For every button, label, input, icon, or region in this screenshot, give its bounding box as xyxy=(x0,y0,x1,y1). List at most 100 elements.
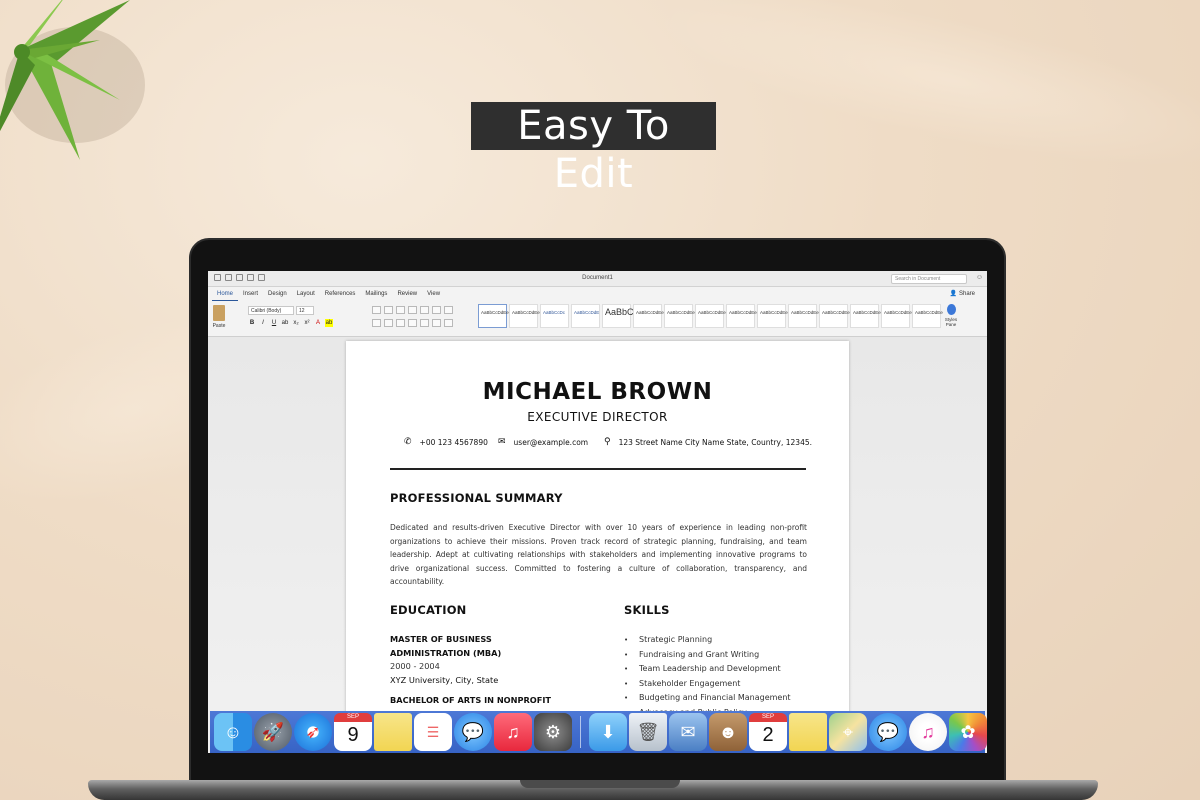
degree2-title-line1: BACHELOR OF ARTS IN NONPROFIT xyxy=(390,695,551,705)
tab-design[interactable]: Design xyxy=(263,287,292,301)
tab-insert[interactable]: Insert xyxy=(238,287,263,301)
plant-decoration xyxy=(0,0,145,160)
share-button[interactable]: 👤 Share xyxy=(950,290,975,297)
style-card[interactable]: AaBbCcDdEeBook Title xyxy=(912,304,943,328)
shading-button[interactable] xyxy=(432,319,441,327)
document-area[interactable]: MICHAEL BROWN EXECUTIVE DIRECTOR ✆ +00 1… xyxy=(208,337,987,753)
header-divider xyxy=(390,468,806,470)
style-card[interactable]: AaBbCcDdEeNo Spacing xyxy=(509,304,540,328)
style-sample: AaBbCcDdE xyxy=(574,310,600,315)
styles-pane-button[interactable]: Styles Pane xyxy=(941,304,961,327)
notes-icon[interactable] xyxy=(789,713,827,751)
strikethrough-button[interactable]: ab xyxy=(281,319,289,327)
align-center-button[interactable] xyxy=(384,319,393,327)
mail-icon[interactable]: ✉ xyxy=(669,713,707,751)
education-section: MASTER OF BUSINESS ADMINISTRATION (MBA) … xyxy=(390,633,580,708)
trash-icon[interactable]: 🗑 xyxy=(629,713,667,751)
calendar-month: SEP xyxy=(334,713,372,722)
word-titlebar: Document1 Search in Document ☺ xyxy=(208,271,987,287)
resume-role: EXECUTIVE DIRECTOR xyxy=(527,410,668,424)
messages-icon[interactable]: 💬 xyxy=(454,713,492,751)
itunes-icon[interactable]: ♫ xyxy=(909,713,947,751)
borders-button[interactable] xyxy=(444,319,453,327)
laptop-notch xyxy=(520,780,680,788)
styles-pane-label: Styles Pane xyxy=(944,317,958,327)
laptop-screen: Document1 Search in Document ☺ Home Inse… xyxy=(208,271,987,753)
decrease-indent-button[interactable] xyxy=(408,306,417,314)
align-right-button[interactable] xyxy=(396,319,405,327)
show-marks-button[interactable] xyxy=(444,306,453,314)
styles-pane-icon xyxy=(946,304,956,315)
font-size-select[interactable]: 12 xyxy=(296,306,314,315)
notes-icon[interactable] xyxy=(374,713,412,751)
style-card[interactable]: AaBbCcDdEHeading 2 xyxy=(571,304,600,328)
tab-layout[interactable]: Layout xyxy=(292,287,320,301)
bullets-button[interactable] xyxy=(372,306,381,314)
tab-view[interactable]: View xyxy=(422,287,445,301)
numbering-button[interactable] xyxy=(384,306,393,314)
downloads-folder-icon[interactable]: ⬇ xyxy=(589,713,627,751)
style-card[interactable]: AaBbCcDdEeSubtle Emph... xyxy=(664,304,695,328)
italic-button[interactable]: I xyxy=(259,319,267,327)
address-text: 123 Street Name City Name State, Country… xyxy=(618,437,812,447)
contact-address: ⚲ 123 Street Name City Name State, Count… xyxy=(604,437,812,447)
style-sample: AaBbCcDdEe xyxy=(729,310,757,315)
font-color-button[interactable]: A xyxy=(314,319,322,327)
style-card[interactable]: AaBbCcDdEeEmphasis xyxy=(695,304,726,328)
superscript-button[interactable]: x² xyxy=(303,319,311,327)
calendar-icon[interactable]: SEP 9 xyxy=(334,713,372,751)
style-card[interactable]: AaBbCTitle xyxy=(602,304,634,328)
highlight-button[interactable]: ab xyxy=(325,319,333,327)
style-card[interactable]: AaBbCcDdEeSubtle Refer... xyxy=(850,304,881,328)
system-preferences-icon[interactable]: ⚙ xyxy=(534,713,572,751)
font-name-select[interactable]: Calibri (Body) xyxy=(248,306,294,315)
contacts-icon[interactable]: ☻ xyxy=(709,713,747,751)
style-card[interactable]: AaBbCcDcHeading 1 xyxy=(540,304,569,328)
justify-button[interactable] xyxy=(408,319,417,327)
underline-button[interactable]: U xyxy=(270,319,278,327)
list-item: Team Leadership and Development xyxy=(624,662,791,677)
style-card[interactable]: AaBbCcDdEeStrong xyxy=(757,304,788,328)
paste-button[interactable]: Paste xyxy=(212,305,226,329)
safari-icon[interactable]: ➶ xyxy=(294,713,332,751)
multilevel-list-button[interactable] xyxy=(396,306,405,314)
skills-heading: SKILLS xyxy=(624,603,670,617)
style-card[interactable]: AaBbCcDdEeIntense Quote xyxy=(819,304,850,328)
messages-icon[interactable]: 💬 xyxy=(869,713,907,751)
style-sample: AaBbCcDdEe xyxy=(791,310,819,315)
location-pin-icon: ⚲ xyxy=(604,437,611,447)
tab-review[interactable]: Review xyxy=(392,287,422,301)
style-sample: AaBbCcDdEe xyxy=(698,310,726,315)
tab-home[interactable]: Home xyxy=(212,287,239,301)
style-card[interactable]: AaBbCcDdEeQuote xyxy=(788,304,819,328)
document-page[interactable]: MICHAEL BROWN EXECUTIVE DIRECTOR ✆ +00 1… xyxy=(346,341,849,753)
bold-button[interactable]: B xyxy=(248,319,256,327)
photos-icon[interactable]: ✿ xyxy=(949,713,987,751)
tab-mailings[interactable]: Mailings xyxy=(360,287,392,301)
search-input[interactable]: Search in Document xyxy=(891,274,967,284)
sort-button[interactable] xyxy=(432,306,441,314)
style-sample: AaBbCcDdEe xyxy=(667,310,695,315)
subscript-button[interactable]: x₂ xyxy=(292,319,300,327)
finder-icon[interactable]: ☺ xyxy=(214,713,252,751)
list-item: Strategic Planning xyxy=(624,633,791,648)
ribbon-tabs: Home Insert Design Layout References Mai… xyxy=(208,287,987,301)
align-left-button[interactable] xyxy=(372,319,381,327)
smiley-icon[interactable]: ☺ xyxy=(976,274,983,281)
style-card[interactable]: AaBbCcDdEeNormal xyxy=(478,304,509,328)
summary-text: Dedicated and results-driven Executive D… xyxy=(390,523,807,587)
launchpad-icon[interactable]: 🚀 xyxy=(254,713,292,751)
email-text: user@example.com xyxy=(513,437,589,447)
style-card[interactable]: AaBbCcDdEeSubtitle xyxy=(633,304,664,328)
increase-indent-button[interactable] xyxy=(420,306,429,314)
tab-references[interactable]: References xyxy=(320,287,361,301)
music-icon[interactable]: ♫ xyxy=(494,713,532,751)
maps-icon[interactable]: ⌖ xyxy=(829,713,867,751)
reminders-icon[interactable]: ☰ xyxy=(414,713,452,751)
calendar-icon[interactable]: SEP 2 xyxy=(749,713,787,751)
style-card[interactable]: AaBbCcDdEeIntense Refer... xyxy=(881,304,912,328)
line-spacing-button[interactable] xyxy=(420,319,429,327)
window-title: Document1 xyxy=(582,275,613,281)
style-sample: AaBbCcDdEe xyxy=(760,310,788,315)
style-card[interactable]: AaBbCcDdEeIntense Emph... xyxy=(726,304,757,328)
